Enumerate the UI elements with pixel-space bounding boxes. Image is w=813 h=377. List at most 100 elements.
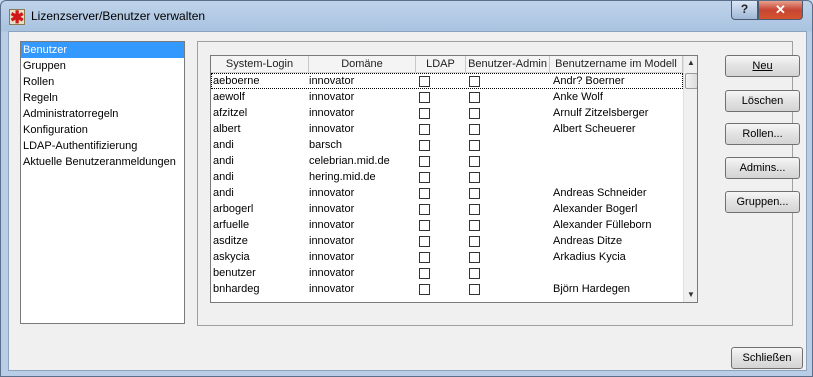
window-title: Lizenzserver/Benutzer verwalten	[31, 9, 206, 23]
ldap-checkbox[interactable]	[419, 204, 430, 215]
cell-domain: innovator	[309, 187, 355, 199]
ldap-checkbox[interactable]	[419, 124, 430, 135]
ldap-checkbox[interactable]	[419, 236, 430, 247]
nav-item-administratorregeln[interactable]: Administratorregeln	[21, 106, 184, 122]
table-row[interactable]: bnhardeg innovator Björn Hardegen	[211, 281, 683, 297]
column-header-system-login[interactable]: System-Login	[211, 56, 309, 72]
ldap-checkbox[interactable]	[419, 188, 430, 199]
help-button[interactable]: ?	[731, 1, 758, 20]
asterisk-icon: ✱	[9, 8, 25, 27]
nav-item-regeln[interactable]: Regeln	[21, 90, 184, 106]
cell-system-login: arbogerl	[213, 203, 254, 215]
benutzer-admin-checkbox[interactable]	[469, 252, 480, 263]
nav-item-aktuelle-benutzeranmeldungen[interactable]: Aktuelle Benutzeranmeldungen	[21, 154, 184, 170]
benutzer-admin-checkbox[interactable]	[469, 124, 480, 135]
benutzer-admin-checkbox[interactable]	[469, 220, 480, 231]
admins-button-label: Admins...	[739, 162, 786, 174]
scroll-down-icon[interactable]: ▼	[684, 288, 697, 302]
roles-button[interactable]: Rollen...	[725, 123, 800, 145]
delete-button-label: Löschen	[741, 95, 784, 107]
cell-system-login: andi	[213, 171, 234, 183]
table-row[interactable]: benutzer innovator	[211, 265, 683, 281]
ldap-checkbox[interactable]	[419, 252, 430, 263]
benutzer-admin-checkbox[interactable]	[469, 76, 480, 87]
table-row[interactable]: afzitzel innovator Arnulf Zitzelsberger	[211, 105, 683, 121]
benutzer-admin-checkbox[interactable]	[469, 172, 480, 183]
cell-domain: innovator	[309, 203, 355, 215]
groups-button[interactable]: Gruppen...	[725, 191, 800, 213]
close-button[interactable]: Schließen	[731, 347, 803, 369]
benutzer-admin-checkbox[interactable]	[469, 268, 480, 279]
ldap-checkbox[interactable]	[419, 108, 430, 119]
cell-domain: innovator	[309, 107, 355, 119]
benutzer-admin-checkbox[interactable]	[469, 204, 480, 215]
nav-item-ldap-authentifizierung[interactable]: LDAP-Authentifizierung	[21, 138, 184, 154]
ldap-checkbox[interactable]	[419, 76, 430, 87]
cell-system-login: asditze	[213, 235, 248, 247]
ldap-checkbox[interactable]	[419, 268, 430, 279]
nav-item-benutzer[interactable]: Benutzer	[21, 42, 184, 58]
column-header-benutzer-admin[interactable]: Benutzer-Admin	[466, 56, 550, 72]
table-row[interactable]: andi celebrian.mid.de	[211, 153, 683, 169]
cell-model-username: Andr? Boerner	[553, 75, 625, 87]
cell-system-login: bnhardeg	[213, 283, 260, 295]
nav-item-rollen[interactable]: Rollen	[21, 74, 184, 90]
cell-system-login: benutzer	[213, 267, 256, 279]
table-row[interactable]: andi barsch	[211, 137, 683, 153]
cell-model-username: Arkadius Kycia	[553, 251, 626, 263]
benutzer-admin-checkbox[interactable]	[469, 284, 480, 295]
table-row[interactable]: aeboerne innovator Andr? Boerner	[211, 73, 683, 89]
cell-domain: celebrian.mid.de	[309, 155, 390, 167]
benutzer-admin-checkbox[interactable]	[469, 188, 480, 199]
dialog-client-area: Benutzer Gruppen Rollen Regeln Administr…	[8, 31, 807, 371]
new-button[interactable]: Neu	[725, 55, 800, 77]
table-scrollbar[interactable]: ▲ ▼	[683, 56, 697, 302]
column-header-benutzername-im-modell[interactable]: Benutzername im Modell	[550, 56, 683, 72]
table-row[interactable]: andi innovator Andreas Schneider	[211, 185, 683, 201]
table-row[interactable]: arbogerl innovator Alexander Bogerl	[211, 201, 683, 217]
ldap-checkbox[interactable]	[419, 172, 430, 183]
table-row[interactable]: aewolf innovator Anke Wolf	[211, 89, 683, 105]
close-button-label: Schließen	[742, 352, 792, 364]
cell-system-login: aeboerne	[213, 75, 260, 87]
cell-system-login: andi	[213, 155, 234, 167]
table-row[interactable]: asditze innovator Andreas Ditze	[211, 233, 683, 249]
category-list[interactable]: Benutzer Gruppen Rollen Regeln Administr…	[20, 41, 185, 324]
admins-button[interactable]: Admins...	[725, 157, 800, 179]
ldap-checkbox[interactable]	[419, 156, 430, 167]
cell-model-username: Anke Wolf	[553, 91, 603, 103]
benutzer-admin-checkbox[interactable]	[469, 108, 480, 119]
cell-domain: innovator	[309, 267, 355, 279]
column-header-ldap[interactable]: LDAP	[416, 56, 466, 72]
nav-item-konfiguration[interactable]: Konfiguration	[21, 122, 184, 138]
table-row[interactable]: askycia innovator Arkadius Kycia	[211, 249, 683, 265]
benutzer-admin-checkbox[interactable]	[469, 236, 480, 247]
column-header-domaene[interactable]: Domäne	[309, 56, 416, 72]
delete-button[interactable]: Löschen	[725, 90, 800, 112]
nav-item-gruppen[interactable]: Gruppen	[21, 58, 184, 74]
cell-domain: innovator	[309, 75, 355, 87]
scroll-up-icon[interactable]: ▲	[684, 56, 697, 70]
close-window-button[interactable]: ✕	[758, 1, 803, 20]
ldap-checkbox[interactable]	[419, 92, 430, 103]
table-row[interactable]: arfuelle innovator Alexander Fülleborn	[211, 217, 683, 233]
groups-button-label: Gruppen...	[736, 196, 789, 208]
benutzer-admin-checkbox[interactable]	[469, 92, 480, 103]
cell-model-username: Andreas Ditze	[553, 235, 623, 247]
cell-model-username: Alexander Fülleborn	[553, 219, 652, 231]
users-panel: System-Login Domäne LDAP Benutzer-Admin …	[197, 41, 800, 326]
title-bar[interactable]: ✱ Lizenzserver/Benutzer verwalten ? ✕	[1, 1, 812, 31]
table-row[interactable]: albert innovator Albert Scheuerer	[211, 121, 683, 137]
table-body: aeboerne innovator Andr? Boerner aewolf inno…	[211, 73, 683, 297]
benutzer-admin-checkbox[interactable]	[469, 140, 480, 151]
ldap-checkbox[interactable]	[419, 284, 430, 295]
benutzer-admin-checkbox[interactable]	[469, 156, 480, 167]
table-row[interactable]: andi hering.mid.de	[211, 169, 683, 185]
ldap-checkbox[interactable]	[419, 140, 430, 151]
users-table[interactable]: System-Login Domäne LDAP Benutzer-Admin …	[210, 55, 698, 303]
scroll-thumb[interactable]	[685, 73, 697, 89]
cell-system-login: andi	[213, 187, 234, 199]
cell-domain: innovator	[309, 219, 355, 231]
new-button-label: Neu	[752, 60, 773, 72]
ldap-checkbox[interactable]	[419, 220, 430, 231]
